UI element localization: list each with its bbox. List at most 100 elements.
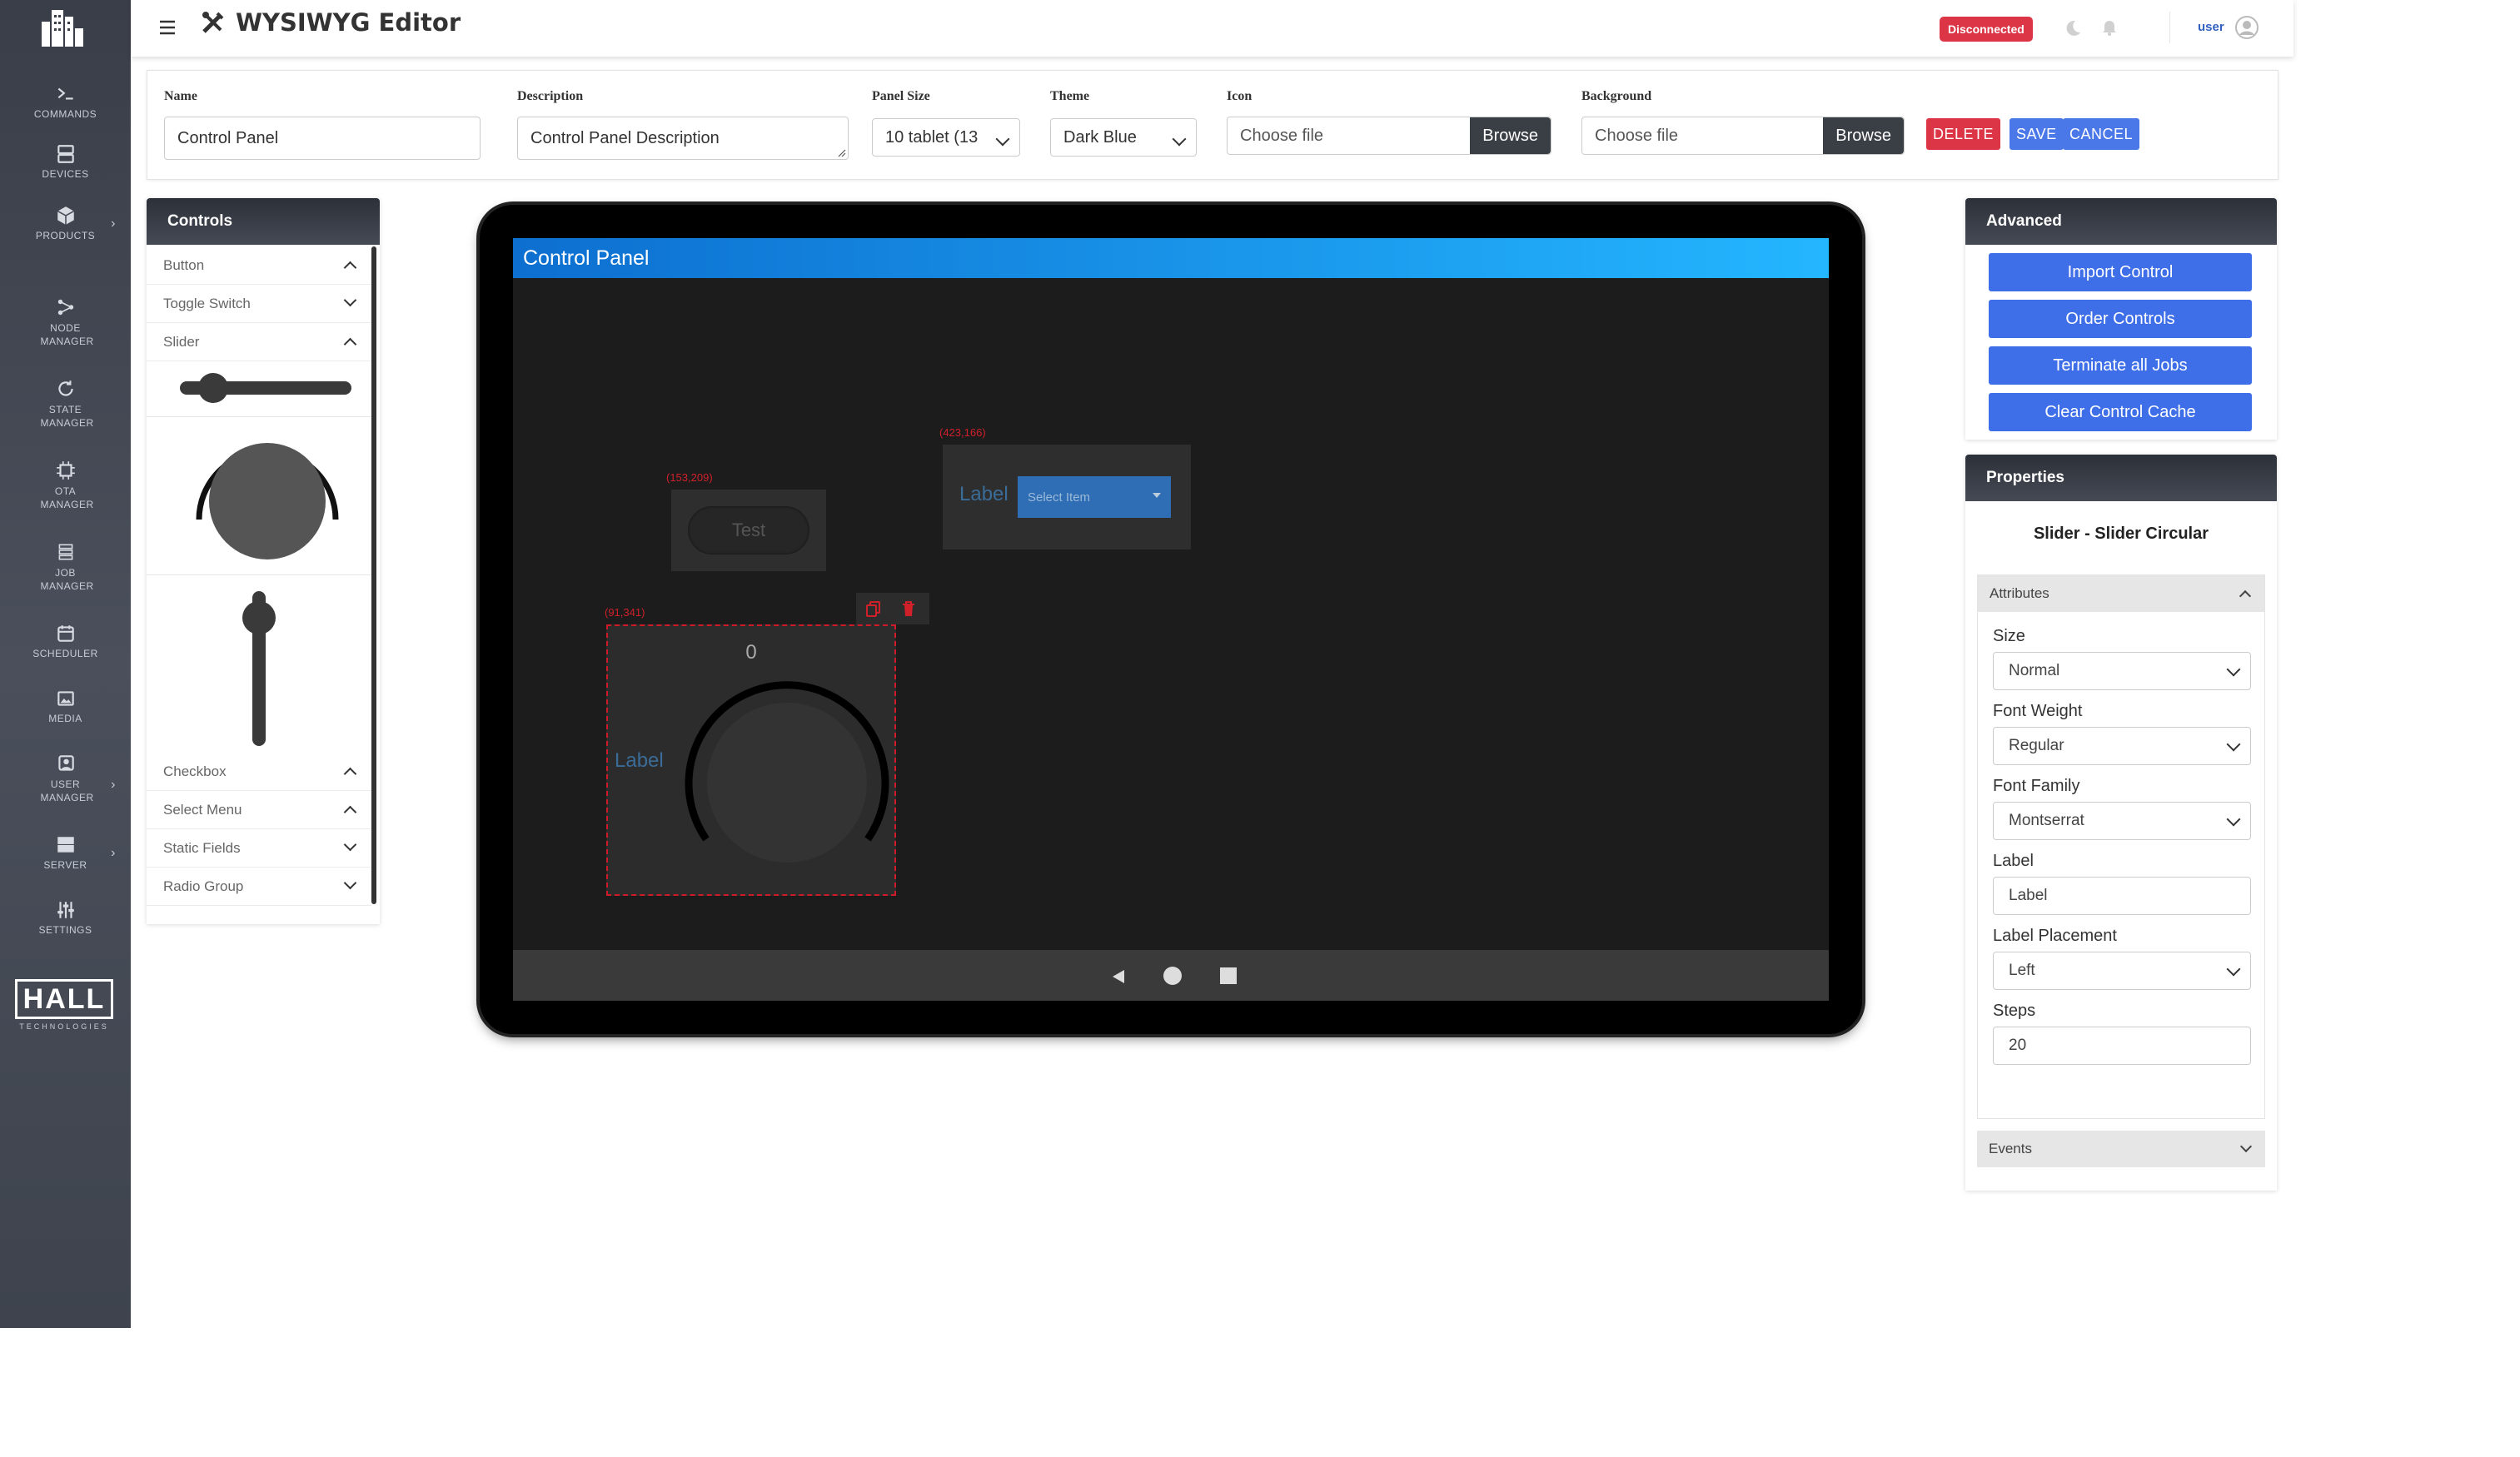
sidebar-item-label: JOB MANAGER — [40, 567, 94, 592]
refresh-icon — [57, 380, 73, 396]
control-category-label: Button — [163, 256, 205, 273]
canvas-screen[interactable]: Control Panel (153,209) Test (423,166) L… — [513, 238, 1829, 1001]
size-select[interactable]: Normal — [1993, 652, 2251, 690]
sidebar-item-commands[interactable]: COMMANDS — [0, 83, 131, 120]
home-icon[interactable] — [1163, 966, 1183, 986]
horizontal-slider-preview[interactable] — [178, 370, 353, 406]
clear-cache-button[interactable]: Clear Control Cache — [1989, 393, 2252, 431]
sidebar-item-node-manager[interactable]: NODE MANAGER — [0, 296, 131, 348]
cancel-button[interactable]: CANCEL — [2063, 118, 2140, 150]
top-bar: WYSIWYG Editor Disconnected user — [131, 0, 2293, 57]
delete-button[interactable]: DELETE — [1926, 118, 2001, 150]
control-category-toggle-switch[interactable]: Toggle Switch — [147, 285, 371, 323]
steps-input[interactable]: 20 — [1993, 1027, 2251, 1065]
circular-slider-preview[interactable] — [192, 423, 342, 564]
sidebar-item-server[interactable]: SERVER › — [0, 834, 131, 871]
font-weight-select[interactable]: Regular — [1993, 727, 2251, 765]
control-category-label: Checkbox — [163, 763, 227, 779]
sidebar-item-label: SERVER — [43, 859, 87, 871]
label-placement-select[interactable]: Left — [1993, 952, 2251, 990]
user-name[interactable]: user — [2198, 20, 2224, 34]
caret-down-icon — [1153, 493, 1161, 498]
font-family-select[interactable]: Montserrat — [1993, 802, 2251, 840]
control-category-button[interactable]: Button — [147, 246, 371, 285]
sidebar-item-label: SETTINGS — [38, 924, 92, 936]
hamburger-menu-icon[interactable] — [157, 18, 177, 37]
trash-icon[interactable] — [899, 599, 918, 618]
control-category-radio-group[interactable]: Radio Group — [147, 868, 371, 906]
chevron-up-icon — [2239, 589, 2252, 603]
theme-select[interactable]: Dark Blue — [1050, 118, 1197, 157]
resize-handle-icon[interactable] — [836, 147, 846, 157]
chevron-up-icon — [343, 805, 357, 819]
sidebar-item-settings[interactable]: SETTINGS — [0, 899, 131, 936]
stack-icon — [58, 544, 72, 560]
icon-browse-button[interactable]: Browse — [1470, 117, 1551, 154]
user-avatar-icon[interactable] — [2234, 15, 2259, 40]
sidebar-item-label: DEVICES — [42, 168, 89, 180]
sidebar-item-label: PRODUCTS — [35, 230, 96, 241]
attributes-header[interactable]: Attributes — [1978, 575, 2264, 612]
name-field[interactable]: Control Panel — [164, 117, 481, 160]
terminate-jobs-button[interactable]: Terminate all Jobs — [1989, 346, 2252, 385]
sidebar-item-label: STATE MANAGER — [40, 404, 94, 429]
background-file-input[interactable]: Choose file Browse — [1581, 117, 1905, 155]
label-input[interactable]: Label — [1993, 877, 2251, 915]
canvas-header: Control Panel — [513, 238, 1829, 278]
copy-icon[interactable] — [864, 599, 883, 618]
advanced-panel-title: Advanced — [1965, 198, 2277, 245]
tablet-frame: Control Panel (153,209) Test (423,166) L… — [480, 205, 1862, 1034]
recents-icon[interactable] — [1219, 967, 1238, 985]
chevron-down-icon — [2239, 1140, 2253, 1153]
control-category-label: Radio Group — [163, 878, 244, 894]
sidebar-item-scheduler[interactable]: SCHEDULER — [0, 623, 131, 659]
vertical-slider-preview[interactable] — [238, 584, 280, 751]
divider — [2169, 12, 2170, 43]
events-header[interactable]: Events — [1977, 1131, 2265, 1167]
control-category-select-menu[interactable]: Select Menu — [147, 791, 371, 829]
background-browse-button[interactable]: Browse — [1823, 117, 1904, 154]
description-label: Description — [517, 89, 584, 103]
label-field-label: Label — [1993, 852, 2034, 870]
circular-slider-widget[interactable]: 0 Label — [606, 624, 896, 896]
sidebar-item-ota-manager[interactable]: OTA MANAGER — [0, 460, 131, 511]
save-button[interactable]: SAVE — [2010, 118, 2064, 150]
sidebar-item-label: OTA MANAGER — [40, 485, 94, 510]
control-category-static-fields[interactable]: Static Fields — [147, 829, 371, 868]
description-field[interactable]: Control Panel Description — [517, 117, 849, 160]
sidebar-item-devices[interactable]: DEVICES — [0, 143, 131, 180]
moon-icon[interactable] — [2063, 18, 2083, 38]
control-category-label: Select Menu — [163, 801, 242, 818]
widget-toolbar — [856, 593, 929, 624]
theme-label: Theme — [1050, 89, 1090, 103]
sidebar-item-state-manager[interactable]: STATE MANAGER — [0, 378, 131, 430]
chevron-up-icon — [343, 337, 357, 351]
control-category-label: Slider — [163, 333, 200, 350]
sidebar-item-media[interactable]: MEDIA — [0, 688, 131, 724]
sidebar-item-job-manager[interactable]: JOB MANAGER — [0, 541, 131, 593]
select-dropdown[interactable]: Select Item — [1018, 476, 1171, 518]
slider-value: 0 — [745, 641, 757, 664]
bell-icon[interactable] — [2099, 17, 2119, 37]
steps-label: Steps — [1993, 1002, 2036, 1020]
sidebar-item-user-manager[interactable]: USER MANAGER › — [0, 753, 131, 804]
icon-file-input[interactable]: Choose file Browse — [1227, 117, 1551, 155]
control-category-slider[interactable]: Slider — [147, 323, 371, 361]
building-logo-icon[interactable] — [37, 5, 87, 50]
order-controls-button[interactable]: Order Controls — [1989, 300, 2252, 338]
attributes-label: Attributes — [1990, 585, 2049, 601]
controls-scrollbar[interactable] — [371, 246, 376, 904]
sidebar-item-products[interactable]: PRODUCTS › — [0, 205, 131, 241]
button-widget[interactable]: Test — [671, 490, 826, 571]
back-icon[interactable] — [1109, 967, 1128, 986]
import-control-button[interactable]: Import Control — [1989, 253, 2252, 291]
circular-slider-knob[interactable] — [683, 679, 891, 863]
media-icon — [57, 691, 74, 706]
control-category-checkbox[interactable]: Checkbox — [147, 753, 371, 791]
panel-size-select[interactable]: 10 tablet (13 — [872, 118, 1020, 157]
divider — [147, 574, 371, 575]
sidebar-item-label: SCHEDULER — [32, 648, 98, 659]
node-icon — [57, 299, 73, 316]
test-button[interactable]: Test — [688, 506, 809, 554]
select-widget[interactable]: Label Select Item — [943, 445, 1191, 549]
